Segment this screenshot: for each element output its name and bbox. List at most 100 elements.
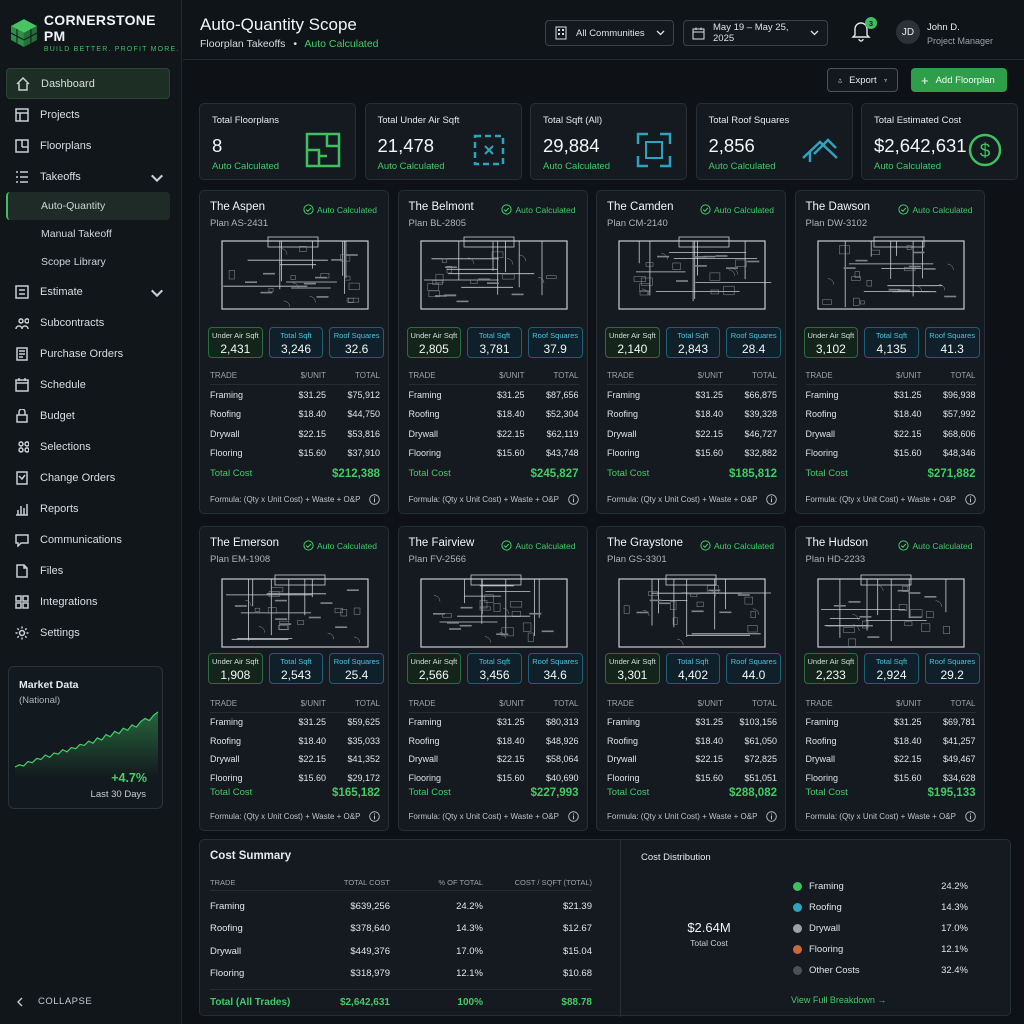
floorplan-drawing[interactable]	[810, 573, 972, 655]
summary-total-cell: 100%	[457, 997, 483, 1008]
sidebar-item-estimate[interactable]: Estimate	[6, 276, 170, 307]
brand-logo[interactable]: CORNERSTONE PM BUILD BETTER. PROFIT MORE…	[10, 12, 181, 53]
sidebar-item-label: Budget	[40, 409, 75, 422]
column-header: $/UNIT	[896, 371, 922, 380]
unit-cost: $22.15	[893, 428, 922, 439]
sidebar-item-budget[interactable]: Budget	[6, 400, 170, 431]
table-header: TRADE $/UNIT TOTAL	[805, 367, 976, 385]
unit-cost: $22.15	[893, 754, 922, 765]
export-button[interactable]: Export	[827, 68, 898, 92]
unit-cost: $31.25	[496, 389, 525, 400]
user-menu[interactable]: John D. Project Manager	[927, 22, 993, 46]
summary-total-cell: $2,642,631	[339, 997, 390, 1008]
donut-center-value: $2.64M	[687, 920, 730, 935]
cube-logo-icon	[10, 18, 38, 47]
floorplan-drawing[interactable]	[611, 235, 773, 317]
metric-label: Total Sqft	[677, 331, 709, 340]
column-header: TRADE	[210, 878, 236, 887]
metric-label: Roof Squares	[532, 657, 579, 666]
floorplan-name: The Hudson	[805, 537, 869, 549]
sidebar-item-schedule[interactable]: Schedule	[6, 369, 170, 400]
sidebar-item-settings[interactable]: Settings	[6, 617, 170, 648]
info-icon[interactable]	[567, 811, 579, 822]
sidebar-item-takeoffs[interactable]: Takeoffs	[6, 161, 170, 192]
info-icon[interactable]	[964, 811, 976, 822]
sidebar-item-floorplans[interactable]: Floorplans	[6, 130, 170, 161]
communities-dropdown[interactable]: All Communities	[545, 20, 674, 46]
sidebar-item-reports[interactable]: Reports	[6, 493, 170, 524]
sidebar-item-change-orders[interactable]: Change Orders	[6, 462, 170, 493]
unit-cost: $15.60	[695, 448, 723, 459]
info-icon[interactable]	[964, 494, 976, 505]
floorplan-drawing[interactable]	[214, 235, 376, 317]
info-icon[interactable]	[766, 494, 777, 505]
sidebar-item-integrations[interactable]: Integrations	[6, 586, 170, 617]
floorplan-card[interactable]: The Graystone Plan GS-3301 Auto Calculated…	[596, 526, 786, 831]
add-floorplan-button[interactable]: + Add Floorplan	[911, 68, 1007, 92]
auto-calculated-label: Auto Calculated	[713, 204, 774, 215]
column-header: $/UNIT	[697, 699, 723, 708]
sidebar-item-label: Files	[40, 564, 64, 577]
metric-label: Roof Squares	[929, 331, 976, 340]
kpi-card[interactable]: Total Sqft (All) 29,884 Auto Calculated	[530, 103, 687, 180]
floorplan-card[interactable]: The Aspen Plan AS-2431 Auto Calculated Unde…	[199, 190, 389, 514]
sidebar-item-purchase-orders[interactable]: Purchase Orders	[6, 338, 170, 369]
floorplan-card[interactable]: The Emerson Plan EM-1908 Auto Calculated Un…	[199, 526, 389, 831]
summary-total-cell: Total (All Trades)	[210, 997, 291, 1008]
sidebar-item-communications[interactable]: Communications	[6, 524, 170, 555]
sidebar-item-selections[interactable]: Selections	[6, 431, 170, 462]
market-data-widget[interactable]: Market Data (National) +4.7% Last 30 Day…	[8, 666, 163, 809]
metric-value: 3,456	[479, 668, 510, 682]
collapse-button[interactable]: COLLAPSE	[16, 996, 92, 1007]
view-full-breakdown-link[interactable]: View Full Breakdown →	[791, 995, 886, 1005]
sidebar-item-files[interactable]: Files	[6, 555, 170, 586]
floorplan-card[interactable]: The Belmont Plan BL-2805 Auto Calculated Un…	[397, 190, 588, 514]
floorplan-card[interactable]: The Camden Plan CM-2140 Auto Calculated Und…	[596, 190, 786, 514]
kpi-value: 21,478	[377, 135, 435, 156]
floorplan-drawing[interactable]	[611, 573, 773, 655]
summary-cell: $15.04	[562, 945, 592, 957]
floorplan-drawing[interactable]	[214, 573, 376, 655]
info-icon[interactable]	[567, 494, 579, 505]
sidebar-subitem-scope-library[interactable]: Scope Library	[6, 248, 170, 276]
formula-note: Formula: (Qty x Unit Cost) + Waste + O&P	[806, 811, 976, 822]
kpi-card[interactable]: Total Estimated Cost $2,642,631 Auto Calcu…	[861, 103, 1018, 180]
floorplan-drawing[interactable]	[810, 235, 972, 317]
trade-name: Drywall	[210, 428, 240, 439]
building-icon	[555, 26, 567, 40]
floorplan-drawing[interactable]	[413, 235, 575, 317]
floorplan-card[interactable]: The Dawson Plan DW-3102 Auto Calculated Und…	[794, 190, 985, 514]
kpi-card[interactable]: Total Floorplans 8 Auto Calculated	[199, 103, 356, 180]
metric-pills: Under Air Sqft 3,301 Total Sqft 4,402 Roof S…	[605, 653, 782, 684]
metric-label: Roof Squares	[730, 657, 777, 666]
formula-note: Formula: (Qty x Unit Cost) + Waste + O&P	[409, 811, 579, 822]
avatar[interactable]: JD	[896, 20, 920, 44]
sidebar-item-label: Integrations	[40, 595, 98, 608]
sidebar-item-label: Settings	[40, 626, 80, 639]
sidebar-subitem-auto-quantity[interactable]: Auto-Quantity	[6, 192, 170, 220]
trade-cost-table: TRADE $/UNIT TOTAL Framing $31.25 $80,313 Roof…	[408, 695, 579, 787]
filter-icon	[883, 78, 887, 82]
info-icon[interactable]	[766, 811, 777, 822]
floorplan-card[interactable]: The Fairview Plan FV-2566 Auto Calculated U…	[397, 526, 588, 831]
kpi-card[interactable]: Total Roof Squares 2,856 Auto Calculated	[695, 103, 853, 180]
info-icon[interactable]	[369, 494, 380, 505]
kpi-card[interactable]: Total Under Air Sqft 21,478 Auto Calculate…	[364, 103, 522, 180]
sidebar-item-projects[interactable]: Projects	[6, 99, 170, 130]
floorplan-drawing[interactable]	[413, 573, 575, 655]
sidebar-subitem-manual-takeoff[interactable]: Manual Takeoff	[6, 220, 170, 248]
trade-name: Roofing	[408, 735, 440, 746]
table-header: TRADE $/UNIT TOTAL	[607, 367, 777, 385]
trade-name: Roofing	[607, 409, 639, 420]
auto-calculated-badge: Auto Calculated	[700, 540, 774, 551]
info-icon[interactable]	[369, 811, 380, 822]
unit-cost: $15.60	[893, 448, 922, 459]
unit-cost: $15.60	[695, 772, 723, 783]
sidebar-item-subcontracts[interactable]: Subcontracts	[6, 307, 170, 338]
summary-cell: Flooring	[210, 968, 245, 980]
date-range-picker[interactable]: May 19 – May 25, 2025	[683, 20, 828, 46]
breadcrumb-item[interactable]: Floorplan Takeoffs	[200, 38, 285, 50]
sidebar-item-dashboard[interactable]: Dashboard	[6, 68, 170, 99]
trade-cost-table: TRADE $/UNIT TOTAL Framing $31.25 $87,656 Roof…	[408, 367, 579, 463]
floorplan-card[interactable]: The Hudson Plan HD-2233 Auto Calculated Und…	[794, 526, 985, 831]
